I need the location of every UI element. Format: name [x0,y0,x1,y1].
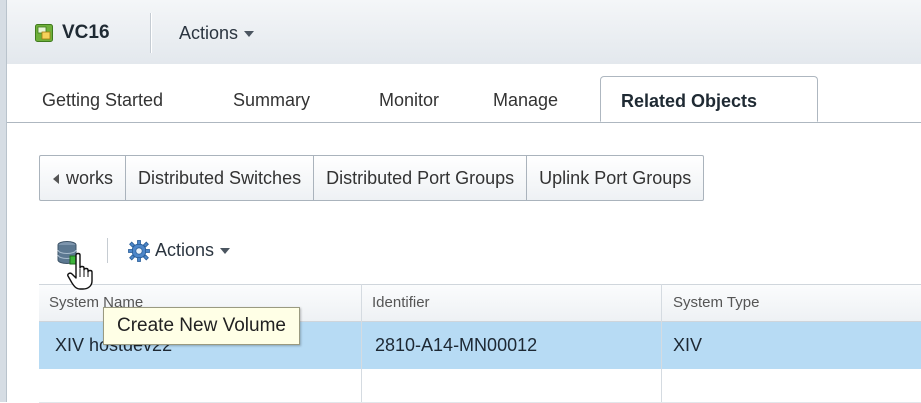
column-divider [361,284,362,402]
header-actions-label: Actions [179,23,239,43]
column-divider [661,284,662,402]
tab-manage[interactable]: Manage [493,90,558,111]
subtab-back-label: works [66,168,114,188]
table-row-empty [39,369,921,403]
subtab-distributed-port-groups[interactable]: Distributed Port Groups [314,156,528,200]
hand-cursor-icon [67,252,93,290]
cell-identifier: 2810-A14-MN00012 [375,335,538,355]
tab-summary[interactable]: Summary [233,90,310,111]
subtab-scroll-back[interactable]: works [40,156,127,200]
tab-related-objects[interactable]: Related Objects [600,76,818,122]
column-header-identifier[interactable]: Identifier [372,294,430,311]
chevron-down-icon [244,31,255,38]
object-header: VC16 Actions [7,0,921,65]
toolbar-divider [107,238,108,263]
tab-monitor[interactable]: Monitor [379,90,439,111]
related-objects-subtabs: works Distributed Switches Distributed P… [39,155,705,201]
toolbar-actions-menu[interactable]: Actions [155,240,231,261]
triangle-left-icon [53,174,59,185]
column-header-system-type[interactable]: System Type [673,294,759,311]
object-title: VC16 [62,22,110,43]
left-panel-edge [0,0,7,402]
chevron-down-icon [220,248,231,255]
tab-getting-started[interactable]: Getting Started [42,90,163,111]
object-tabs: Getting Started Summary Monitor Manage R… [7,64,921,123]
subtab-distributed-switches[interactable]: Distributed Switches [126,156,315,200]
vcenter-icon [35,24,53,42]
subtab-uplink-port-groups[interactable]: Uplink Port Groups [527,156,703,200]
tab-related-objects-label: Related Objects [621,91,758,111]
gear-icon[interactable] [127,239,151,263]
toolbar-actions-label: Actions [155,240,215,260]
tooltip: Create New Volume [103,307,300,345]
cell-system-type: XIV [673,335,703,355]
header-actions-menu[interactable]: Actions [179,23,255,44]
